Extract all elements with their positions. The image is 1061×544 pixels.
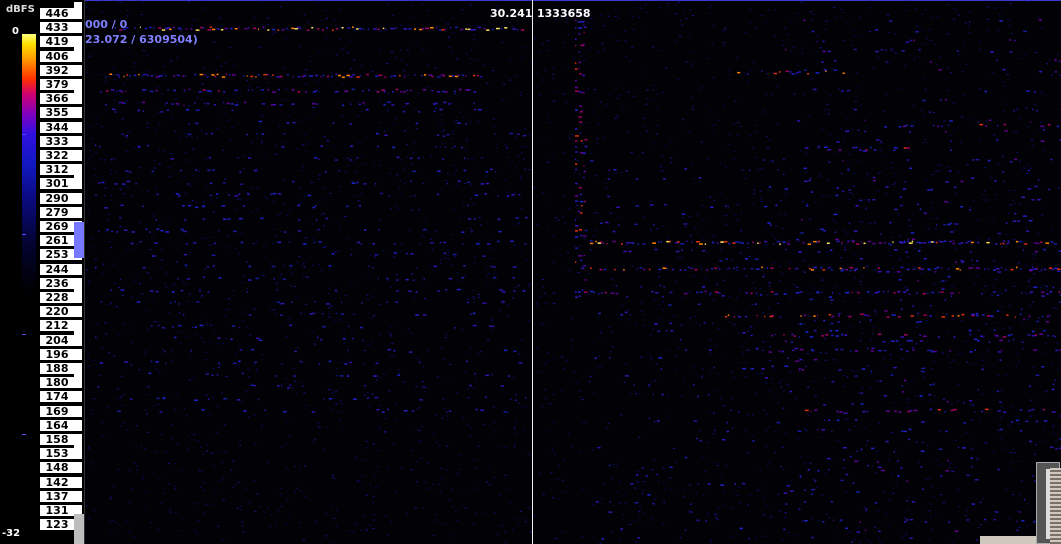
octave-marker — [74, 87, 82, 95]
note-label: 174 — [45, 390, 69, 404]
note-row[interactable]: 220 — [40, 305, 82, 319]
note-label: 212 — [45, 319, 69, 333]
time-readout: 30.241 — [490, 7, 533, 20]
spectrogram-plot — [85, 0, 1061, 544]
note-label: 196 — [45, 347, 69, 361]
range-readout: 23.072 / 6309504) — [85, 33, 198, 46]
note-label: 220 — [45, 305, 69, 319]
sample-readout: 1333658 — [537, 7, 591, 20]
octave-marker — [74, 328, 82, 336]
note-label: 164 — [45, 418, 69, 432]
note-label: 131 — [45, 504, 69, 517]
scale-tick — [22, 434, 26, 435]
note-label: 142 — [45, 475, 69, 489]
note-row[interactable]: 406 — [40, 49, 82, 63]
note-label: 261 — [45, 234, 69, 248]
octave-marker — [74, 2, 82, 9]
note-label: 392 — [45, 63, 69, 77]
note-label: 344 — [45, 120, 69, 134]
note-label: 228 — [45, 291, 69, 304]
note-label: 188 — [45, 362, 69, 375]
note-label: 269 — [45, 220, 69, 233]
note-row[interactable]: 366 — [40, 92, 82, 106]
note-row[interactable]: 196 — [40, 347, 82, 361]
note-row[interactable]: 433 — [40, 21, 82, 35]
note-row[interactable]: 244 — [40, 262, 82, 276]
dbfs-title: dBFS — [6, 4, 35, 15]
note-label: 148 — [45, 461, 69, 475]
note-row[interactable]: 301 — [40, 177, 82, 191]
secondary-range-marker[interactable] — [74, 514, 84, 544]
octave-marker — [74, 44, 82, 52]
note-label: 204 — [45, 333, 69, 347]
note-row[interactable]: 322 — [40, 149, 82, 162]
note-row[interactable]: 174 — [40, 390, 82, 404]
note-label: 158 — [45, 433, 69, 446]
note-row[interactable]: 290 — [40, 191, 82, 205]
note-row[interactable]: 344 — [40, 120, 82, 134]
note-label: 290 — [45, 191, 69, 205]
spectrogram-window: dBFS 0 -32 446 433 419 406 392 379 366 355 344 33… — [0, 0, 1061, 544]
note-label: 279 — [45, 205, 69, 219]
scale-tick — [22, 334, 26, 335]
note-label: 379 — [45, 78, 69, 91]
note-label: 355 — [45, 106, 69, 120]
resize-grip[interactable] — [1050, 468, 1061, 544]
selection-readout: 000 / 0 — [85, 18, 128, 31]
note-label: 180 — [45, 376, 69, 390]
octave-marker — [74, 172, 82, 180]
spectrogram-canvas[interactable] — [85, 0, 1061, 544]
note-label: 419 — [45, 35, 69, 49]
colour-gradient-bar — [22, 34, 36, 534]
top-border-line — [85, 0, 1061, 1]
playback-cursor[interactable] — [532, 0, 533, 544]
note-label: 433 — [45, 21, 69, 35]
note-label: 153 — [45, 447, 69, 461]
note-label: 333 — [45, 134, 69, 148]
dbfs-bottom-value: -32 — [2, 528, 21, 539]
note-row[interactable]: 228 — [40, 291, 82, 304]
note-row[interactable]: 355 — [40, 106, 82, 120]
selection-range-marker[interactable] — [74, 222, 84, 258]
note-label: 137 — [45, 489, 69, 503]
note-label: 244 — [45, 262, 69, 276]
dbfs-colour-scale: dBFS 0 -32 — [0, 0, 38, 544]
note-row[interactable]: 279 — [40, 205, 82, 219]
note-row[interactable]: 164 — [40, 418, 82, 432]
note-label: 301 — [45, 177, 69, 191]
note-frequency-strip[interactable]: 446 433 419 406 392 379 366 355 344 333 322 312 301 2… — [38, 0, 84, 544]
note-label: 446 — [45, 7, 69, 20]
note-label: 123 — [45, 518, 69, 532]
note-label: 253 — [45, 248, 69, 262]
note-label: 312 — [45, 163, 69, 177]
note-row[interactable]: 333 — [40, 134, 82, 148]
dbfs-top-value: 0 — [12, 26, 19, 37]
octave-marker — [74, 371, 82, 379]
note-row[interactable]: 392 — [40, 63, 82, 77]
note-row[interactable]: 137 — [40, 489, 82, 503]
note-row[interactable]: 142 — [40, 475, 82, 489]
octave-marker — [74, 286, 82, 293]
note-row[interactable]: 204 — [40, 333, 82, 347]
note-label: 236 — [45, 276, 69, 290]
note-label: 366 — [45, 92, 69, 106]
octave-marker — [74, 442, 82, 450]
note-row[interactable]: 153 — [40, 447, 82, 461]
scale-tick — [22, 134, 26, 135]
note-row[interactable]: 446 — [40, 7, 82, 20]
scale-tick — [22, 234, 26, 235]
note-label: 169 — [45, 404, 69, 418]
note-label: 406 — [45, 49, 69, 63]
corner-panel — [980, 536, 1036, 544]
note-row[interactable]: 148 — [40, 461, 82, 475]
note-row[interactable]: 169 — [40, 404, 82, 418]
note-row[interactable]: 180 — [40, 376, 82, 390]
note-label: 322 — [45, 149, 69, 162]
